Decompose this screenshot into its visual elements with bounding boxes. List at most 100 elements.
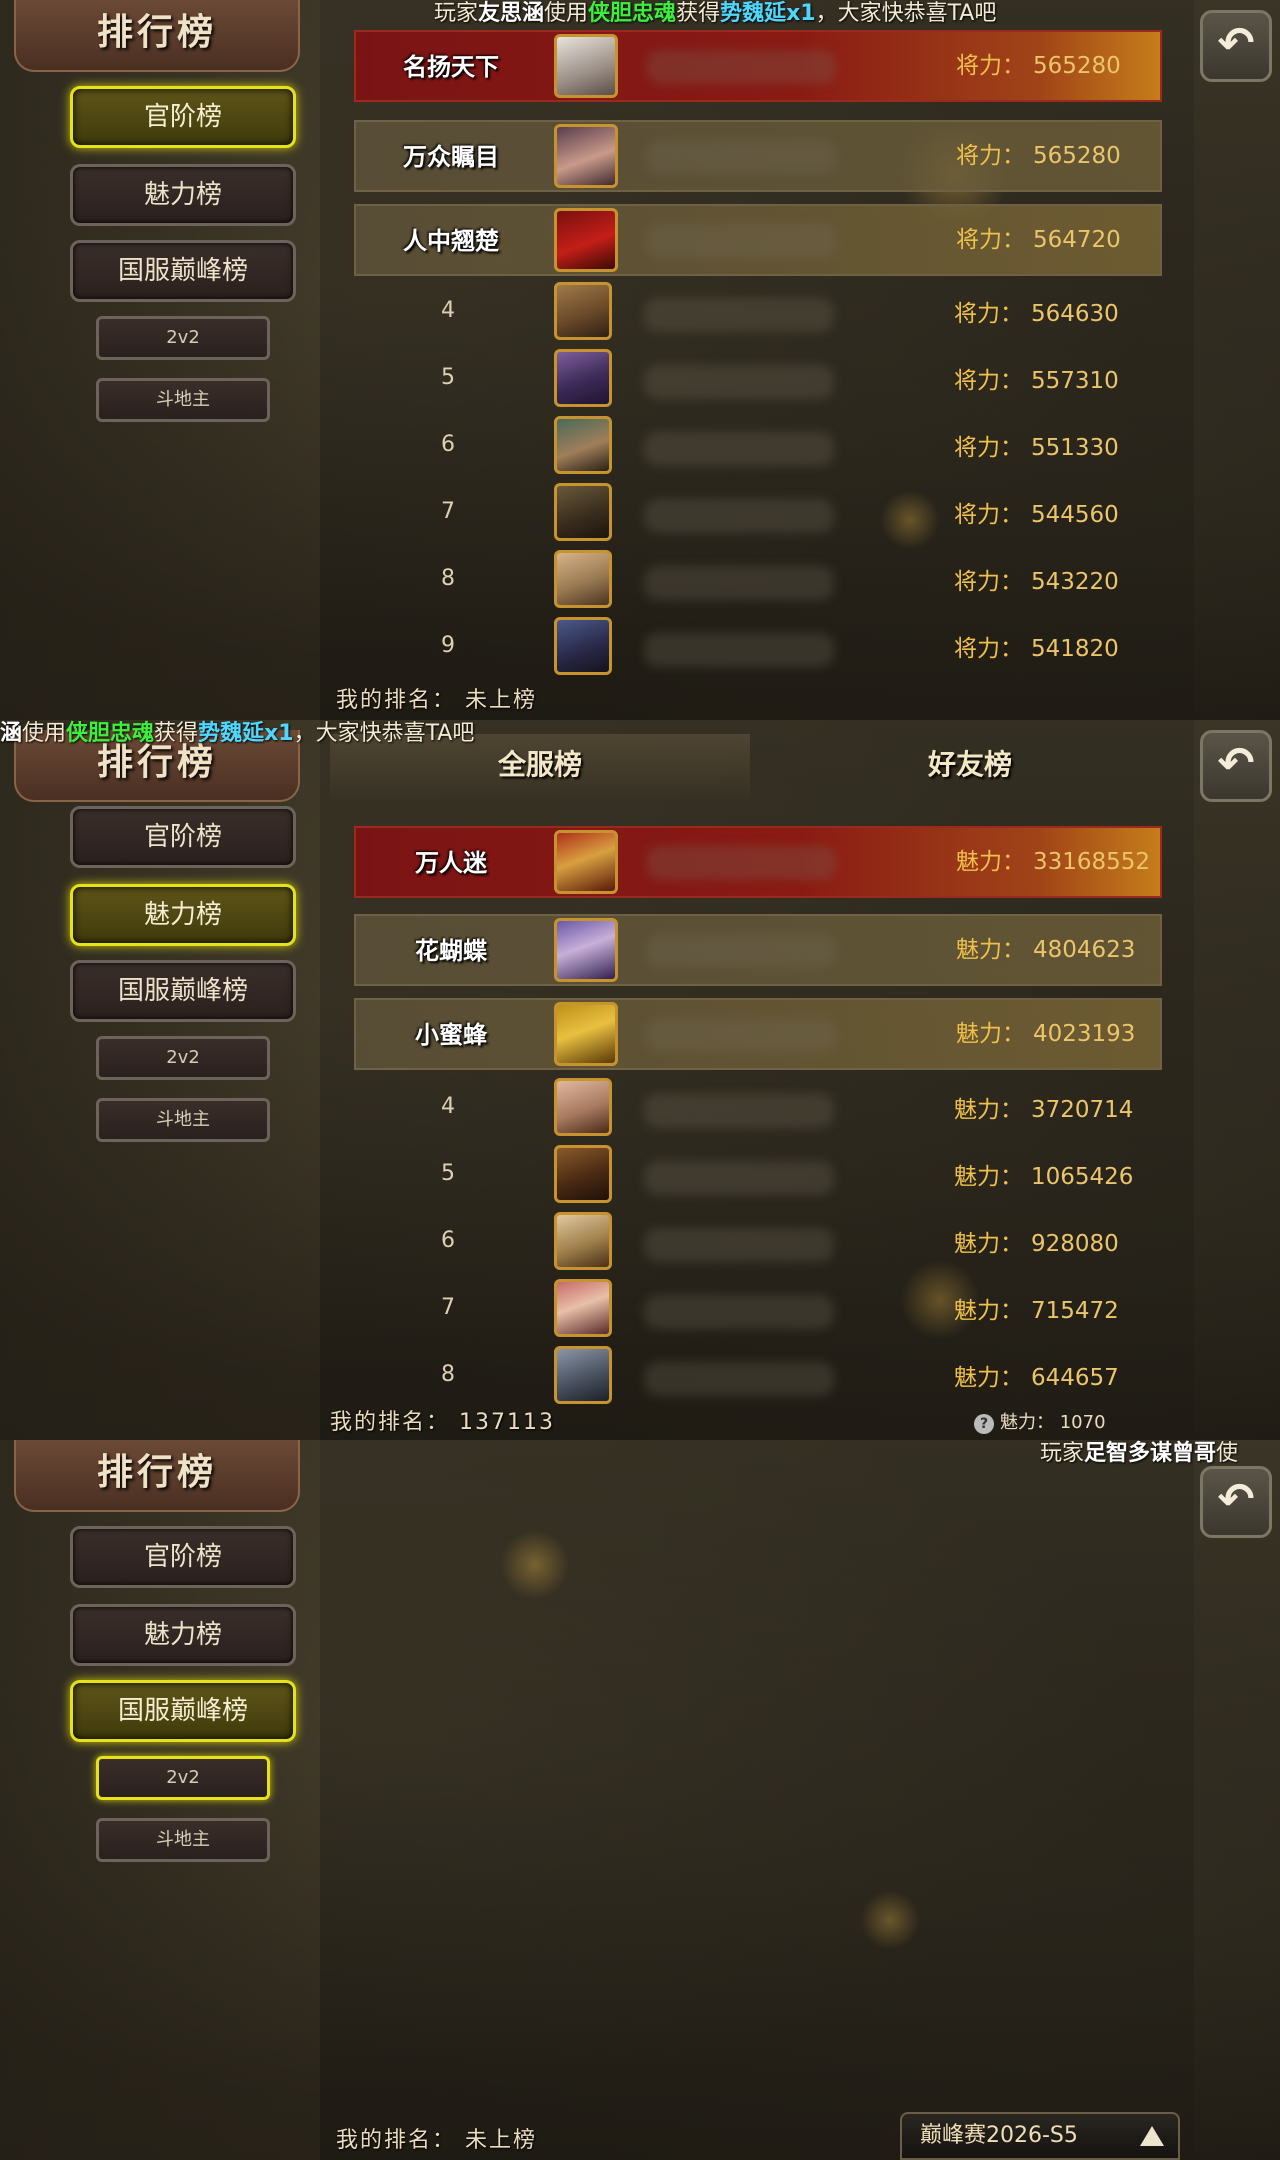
- my-score-value: 1070: [1059, 1412, 1106, 1433]
- sidebar-item-charm-rank[interactable]: 魅力榜: [70, 884, 296, 946]
- sidebar-title: 排行榜: [14, 1440, 300, 1512]
- silver-medal-icon: 万众瞩目: [376, 126, 526, 192]
- power-value: 将力： 565280: [956, 32, 1121, 100]
- table-row[interactable]: 7 魅力： 715472: [354, 1277, 1162, 1349]
- avatar[interactable]: [554, 349, 612, 407]
- charm-value: 魅力： 4804623: [956, 916, 1135, 984]
- bronze-medal-icon: 人中翘楚: [376, 210, 526, 276]
- player-name-blurred: [644, 365, 834, 399]
- avatar[interactable]: [554, 1078, 612, 1136]
- ticker-text: 获得: [154, 721, 199, 746]
- my-rank-label: 我的排名：: [330, 1410, 451, 1435]
- sidebar-subitem-doudizhu[interactable]: 斗地主: [96, 1818, 270, 1862]
- sidebar-title: 排行榜: [14, 0, 300, 72]
- power-value: 将力： 541820: [954, 615, 1119, 683]
- value-number: 565280: [1033, 143, 1121, 169]
- value-label: 将力：: [956, 143, 1025, 169]
- table-row[interactable]: 8 将力： 543220: [354, 548, 1162, 620]
- value-label: 将力：: [954, 636, 1023, 662]
- table-row[interactable]: 花蝴蝶 魅力： 4804623: [354, 914, 1162, 986]
- rank-number: 8: [441, 566, 455, 591]
- avatar[interactable]: [554, 1279, 612, 1337]
- avatar[interactable]: [554, 830, 618, 894]
- rank-panel-peak: 排行榜 官阶榜 魅力榜 国服巅峰榜 2v2 斗地主 玩家足智多谋曾哥使 ↶ 我的…: [0, 1440, 1280, 2160]
- sidebar-item-peak-rank[interactable]: 国服巅峰榜: [70, 1680, 296, 1742]
- sidebar-item-official-rank[interactable]: 官阶榜: [70, 1526, 296, 1588]
- season-select-button[interactable]: 巅峰赛2026-S5: [900, 2112, 1180, 2160]
- player-name-blurred: [644, 1295, 834, 1329]
- table-row[interactable]: 5 将力： 557310: [354, 347, 1162, 419]
- avatar[interactable]: [554, 1002, 618, 1066]
- table-row[interactable]: 6 魅力： 928080: [354, 1210, 1162, 1282]
- avatar[interactable]: [554, 416, 612, 474]
- table-row[interactable]: 人中翘楚 将力： 564720: [354, 204, 1162, 276]
- sidebar: 排行榜 官阶榜 魅力榜 国服巅峰榜 2v2 斗地主: [0, 720, 320, 1440]
- sidebar-item-peak-rank[interactable]: 国服巅峰榜: [70, 240, 296, 302]
- rank-number: 4: [441, 298, 455, 323]
- avatar[interactable]: [554, 34, 618, 98]
- avatar[interactable]: [554, 208, 618, 272]
- sidebar-item-charm-rank[interactable]: 魅力榜: [70, 1604, 296, 1666]
- value-label: 魅力：: [954, 1231, 1023, 1257]
- avatar[interactable]: [554, 483, 612, 541]
- value-number: 541820: [1031, 636, 1119, 662]
- value-label: 将力：: [954, 569, 1023, 595]
- table-row[interactable]: 4 将力： 564630: [354, 280, 1162, 352]
- player-name-blurred: [646, 50, 836, 84]
- sidebar-subitem-doudizhu[interactable]: 斗地主: [96, 1098, 270, 1142]
- silver-medal-icon: 花蝴蝶: [376, 920, 526, 986]
- table-row[interactable]: 小蜜蜂 魅力： 4023193: [354, 998, 1162, 1070]
- sidebar-subitem-doudizhu[interactable]: 斗地主: [96, 378, 270, 422]
- avatar[interactable]: [554, 550, 612, 608]
- my-rank-value: 未上榜: [465, 688, 538, 713]
- table-row[interactable]: 6 将力： 551330: [354, 414, 1162, 486]
- table-row[interactable]: 万众瞩目 将力： 565280: [354, 120, 1162, 192]
- sidebar-subitem-2v2[interactable]: 2v2: [96, 316, 270, 360]
- sidebar-item-official-rank[interactable]: 官阶榜: [70, 86, 296, 148]
- my-rank-label: 我的排名：: [336, 688, 457, 713]
- charm-value: 魅力： 3720714: [954, 1076, 1133, 1144]
- broadcast-ticker: 玩家足智多谋曾哥使: [1040, 1440, 1238, 1468]
- value-label: 魅力：: [954, 1298, 1023, 1324]
- tab-friends[interactable]: 好友榜: [760, 734, 1180, 800]
- value-number: 564630: [1031, 301, 1119, 327]
- value-number: 543220: [1031, 569, 1119, 595]
- value-label: 魅力：: [956, 849, 1025, 875]
- rank-number: 7: [441, 1295, 455, 1320]
- back-button[interactable]: ↶: [1200, 730, 1272, 802]
- ticker-text: 玩家: [434, 1, 479, 26]
- power-value: 将力： 564720: [956, 206, 1121, 274]
- table-row[interactable]: 9 将力： 541820: [354, 615, 1162, 687]
- rank-number: 4: [441, 1094, 455, 1119]
- back-button[interactable]: ↶: [1200, 1466, 1272, 1538]
- avatar[interactable]: [554, 282, 612, 340]
- avatar[interactable]: [554, 1145, 612, 1203]
- value-label: 魅力：: [954, 1365, 1023, 1391]
- avatar[interactable]: [554, 617, 612, 675]
- avatar[interactable]: [554, 918, 618, 982]
- table-row[interactable]: 万人迷 魅力： 33168552: [354, 826, 1162, 898]
- triangle-up-icon: [1140, 2126, 1164, 2146]
- back-button[interactable]: ↶: [1200, 10, 1272, 82]
- sidebar-item-charm-rank[interactable]: 魅力榜: [70, 164, 296, 226]
- sidebar-subitem-2v2[interactable]: 2v2: [96, 1756, 270, 1800]
- player-name-blurred: [646, 140, 836, 174]
- power-value: 将力： 564630: [954, 280, 1119, 348]
- broadcast-ticker: 玩家友思涵使用侠胆忠魂获得势魏延x1，大家快恭喜TA吧: [434, 0, 996, 28]
- sidebar-subitem-2v2[interactable]: 2v2: [96, 1036, 270, 1080]
- value-number: 564720: [1033, 227, 1121, 253]
- avatar[interactable]: [554, 124, 618, 188]
- sidebar-item-peak-rank[interactable]: 国服巅峰榜: [70, 960, 296, 1022]
- table-row[interactable]: 名扬天下 将力： 565280: [354, 30, 1162, 102]
- table-row[interactable]: 5 魅力： 1065426: [354, 1143, 1162, 1215]
- avatar[interactable]: [554, 1346, 612, 1404]
- table-row[interactable]: 7 将力： 544560: [354, 481, 1162, 553]
- table-row[interactable]: 4 魅力： 3720714: [354, 1076, 1162, 1148]
- player-name-blurred: [644, 298, 834, 332]
- broadcast-ticker: 涵使用侠胆忠魂获得势魏延x1，大家快恭喜TA吧: [0, 720, 474, 748]
- sidebar-item-official-rank[interactable]: 官阶榜: [70, 806, 296, 868]
- rank-number: 6: [441, 1228, 455, 1253]
- player-name-blurred: [644, 633, 834, 667]
- avatar[interactable]: [554, 1212, 612, 1270]
- help-icon[interactable]: ?: [974, 1414, 994, 1434]
